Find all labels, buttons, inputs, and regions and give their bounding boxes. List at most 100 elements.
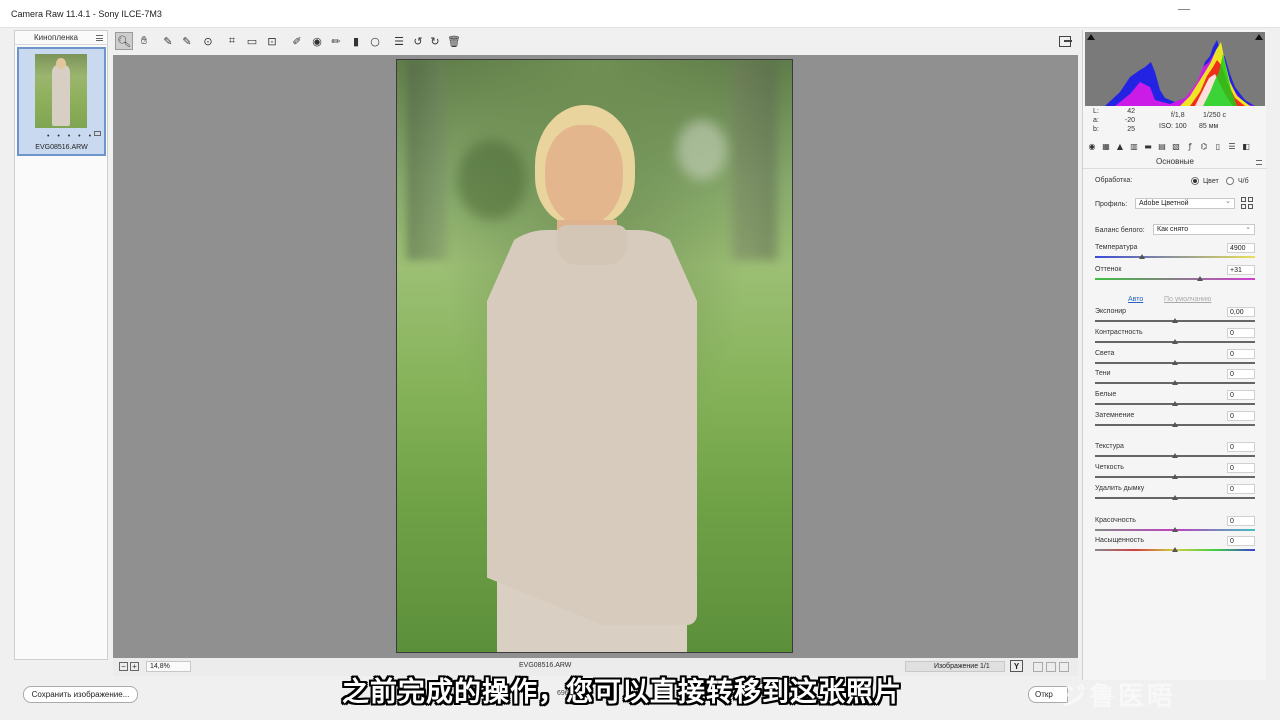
save-image-button[interactable]: Сохранить изображение...	[23, 686, 138, 703]
slider-10[interactable]: Насыщенность 0	[1083, 536, 1267, 557]
zoom-level-select[interactable]: 14,8%	[146, 661, 191, 672]
slider-value[interactable]: 0	[1227, 463, 1255, 473]
slider-value[interactable]: 0	[1227, 349, 1255, 359]
slider-7[interactable]: Четкость 0	[1083, 463, 1267, 484]
slider-3[interactable]: Тени 0	[1083, 369, 1267, 390]
transform-tool-icon[interactable]: ⊡	[263, 32, 281, 50]
graduated-filter-icon[interactable]: ▮	[347, 32, 365, 50]
minimize-icon[interactable]	[1178, 9, 1190, 10]
preferences-icon[interactable]: ☰	[390, 32, 408, 50]
transform-tab-icon[interactable]: ▧	[1171, 142, 1181, 152]
slider-6[interactable]: Текстура 0	[1083, 442, 1267, 463]
effects-tab-icon[interactable]: ƒ	[1185, 142, 1195, 152]
slider-knob[interactable]	[1172, 547, 1178, 552]
treatment-label: Обработка:	[1095, 177, 1133, 184]
detail-tab-icon[interactable]: ▲	[1115, 142, 1125, 152]
zoom-tool-icon[interactable]: 🔍︎	[115, 32, 133, 50]
slider-knob[interactable]	[1172, 380, 1178, 385]
slider-value[interactable]: 0	[1227, 536, 1255, 546]
radial-filter-icon[interactable]: ○	[366, 32, 384, 50]
slider-4[interactable]: Белые 0	[1083, 390, 1267, 411]
slider-value[interactable]: 0	[1227, 484, 1255, 494]
snapshots-tab-icon[interactable]: ☰	[1227, 142, 1237, 152]
profile-browser-icon[interactable]	[1241, 197, 1253, 209]
histogram	[1085, 32, 1265, 106]
targeted-adjustment-icon[interactable]: ⊙	[199, 32, 217, 50]
fullscreen-icon[interactable]	[1058, 34, 1074, 48]
slider-2[interactable]: Света 0	[1083, 349, 1267, 370]
color-radio[interactable]	[1191, 177, 1199, 185]
default-link[interactable]: По умолчанию	[1164, 296, 1211, 303]
before-after-toggle[interactable]: Y	[1010, 660, 1023, 672]
tint-value[interactable]: +31	[1227, 265, 1255, 275]
image-canvas[interactable]	[113, 55, 1078, 658]
slider-knob[interactable]	[1172, 495, 1178, 500]
slider-value[interactable]: 0	[1227, 442, 1255, 452]
filmstrip-thumbnail[interactable]: • • • • • EVG08516.ARW	[17, 47, 106, 156]
spot-removal-icon[interactable]: ✐	[288, 32, 306, 50]
slider-value[interactable]: 0	[1227, 369, 1255, 379]
tone-curve-tab-icon[interactable]: ▦	[1101, 142, 1111, 152]
highlight-clipping-icon[interactable]	[1255, 34, 1263, 40]
rating-stars[interactable]: • • • • •	[47, 133, 94, 140]
tint-track[interactable]	[1095, 278, 1255, 280]
slider-value[interactable]: 0	[1227, 411, 1255, 421]
auto-link[interactable]: Авто	[1128, 296, 1143, 303]
presets-tab-icon[interactable]: ▯	[1213, 142, 1223, 152]
slider-knob[interactable]	[1172, 401, 1178, 406]
tint-slider[interactable]: Оттенок +31	[1083, 265, 1267, 286]
slider-value[interactable]: 0	[1227, 516, 1255, 526]
panel-menu-icon[interactable]	[1256, 160, 1262, 165]
shadow-clipping-icon[interactable]	[1087, 34, 1095, 40]
view-copy-icon[interactable]	[1046, 662, 1056, 672]
rotate-ccw-icon[interactable]: ↺	[409, 32, 427, 50]
slider-knob[interactable]	[1172, 527, 1178, 532]
basic-tab-icon[interactable]: ◉	[1087, 142, 1097, 152]
split-toning-tab-icon[interactable]: ▬	[1143, 142, 1153, 152]
tint-knob[interactable]	[1197, 276, 1203, 281]
straighten-tool-icon[interactable]: ▭	[243, 32, 261, 50]
slider-9[interactable]: Красочность 0	[1083, 516, 1267, 537]
slider-label: Текстура	[1095, 443, 1124, 450]
slider-1[interactable]: Контрастность 0	[1083, 328, 1267, 349]
view-swap-icon[interactable]	[1033, 662, 1043, 672]
view-settings-icon[interactable]	[1059, 662, 1069, 672]
image-navigation[interactable]: Изображение 1/1	[905, 661, 1005, 672]
zoom-in-button[interactable]: +	[130, 662, 139, 671]
temperature-slider[interactable]: Температура 4900	[1083, 243, 1267, 264]
slider-knob[interactable]	[1172, 474, 1178, 479]
white-balance-tool-icon[interactable]: ✎	[159, 32, 177, 50]
slider-5[interactable]: Затемнение 0	[1083, 411, 1267, 432]
calibration-tab-icon[interactable]: ⌬	[1199, 142, 1209, 152]
slider-value[interactable]: 0	[1227, 390, 1255, 400]
slider-knob[interactable]	[1172, 360, 1178, 365]
hand-tool-icon[interactable]: ✋︎	[135, 32, 153, 50]
filmstrip-menu-icon[interactable]	[96, 35, 103, 41]
red-eye-icon[interactable]: ◉	[308, 32, 326, 50]
wb-select[interactable]: Как снято	[1153, 223, 1255, 235]
slider-knob[interactable]	[1172, 453, 1178, 458]
rotate-cw-icon[interactable]: ↻	[426, 32, 444, 50]
slider-knob[interactable]	[1172, 318, 1178, 323]
color-sampler-icon[interactable]: ✎	[178, 32, 196, 50]
slider-value[interactable]: 0,00	[1227, 307, 1255, 317]
flag-icon[interactable]	[94, 131, 101, 136]
adjustment-brush-icon[interactable]: ✏	[327, 32, 345, 50]
profile-select[interactable]: Adobe Цветной	[1135, 197, 1235, 209]
slider-0[interactable]: Экспонир 0,00	[1083, 307, 1267, 328]
slider-value[interactable]: 0	[1227, 328, 1255, 338]
crop-tool-icon[interactable]: ⌗	[223, 32, 241, 50]
zoom-out-button[interactable]: −	[119, 662, 128, 671]
bw-radio[interactable]	[1226, 177, 1234, 185]
temperature-knob[interactable]	[1139, 254, 1145, 259]
temperature-track[interactable]	[1095, 256, 1255, 258]
hsl-tab-icon[interactable]: ▥	[1129, 142, 1139, 152]
settings-tab-icon[interactable]: ◧	[1241, 142, 1251, 152]
slider-knob[interactable]	[1172, 339, 1178, 344]
trash-icon[interactable]: 🗑︎	[445, 32, 463, 50]
lens-tab-icon[interactable]: ▤	[1157, 142, 1167, 152]
preview-photo[interactable]	[396, 59, 793, 653]
temperature-value[interactable]: 4900	[1227, 243, 1255, 253]
slider-8[interactable]: Удалить дымку 0	[1083, 484, 1267, 505]
slider-knob[interactable]	[1172, 422, 1178, 427]
